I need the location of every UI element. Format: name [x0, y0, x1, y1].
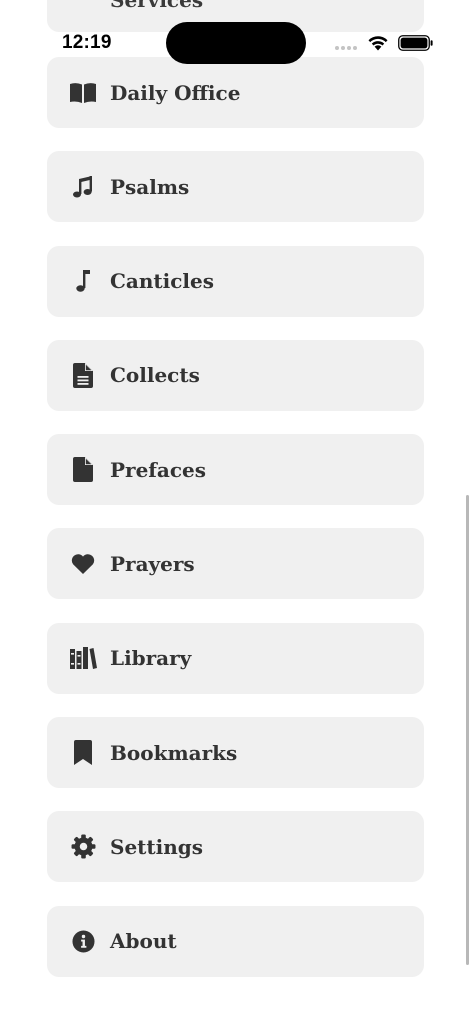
status-bar: 12:19	[0, 0, 472, 64]
cellular-signal-icon	[335, 46, 357, 50]
dynamic-island	[166, 22, 306, 64]
scrollbar-thumb[interactable]	[466, 495, 469, 965]
menu-item-label: Canticles	[110, 269, 215, 294]
main-menu: Daily Office Psalms Canticles Collects P…	[47, 57, 424, 1000]
menu-item-label: Psalms	[110, 174, 190, 199]
gear-icon	[69, 833, 97, 861]
menu-item-prayers[interactable]: Prayers	[47, 528, 424, 600]
menu-item-canticles[interactable]: Canticles	[47, 245, 424, 317]
wifi-icon	[367, 34, 389, 55]
book-open-icon	[69, 79, 97, 107]
menu-item-label: Daily Office	[110, 80, 241, 105]
heart-icon	[69, 550, 97, 578]
menu-item-label: Prefaces	[110, 457, 207, 482]
menu-item-prefaces[interactable]: Prefaces	[47, 434, 424, 506]
menu-item-label: Settings	[110, 834, 204, 859]
menu-item-settings[interactable]: Settings	[47, 811, 424, 883]
menu-item-bookmarks[interactable]: Bookmarks	[47, 717, 424, 789]
music-note-icon	[69, 267, 97, 295]
status-time: 12:19	[62, 32, 112, 53]
menu-item-label: About	[110, 929, 177, 954]
battery-icon	[398, 35, 434, 55]
bookmark-icon	[69, 739, 97, 767]
document-text-icon	[69, 361, 97, 389]
document-icon	[69, 456, 97, 484]
menu-item-label: Prayers	[110, 551, 195, 576]
menu-item-collects[interactable]: Collects	[47, 339, 424, 411]
menu-item-about[interactable]: About	[47, 905, 424, 977]
books-icon	[69, 644, 97, 672]
menu-item-daily-office[interactable]: Daily Office	[47, 57, 424, 128]
menu-item-label: Collects	[110, 363, 200, 388]
info-circle-icon	[69, 927, 97, 955]
menu-item-psalms[interactable]: Psalms	[47, 151, 424, 223]
music-notes-icon	[69, 173, 97, 201]
menu-item-label: Bookmarks	[110, 740, 238, 765]
menu-item-label: Library	[110, 646, 192, 671]
menu-item-library[interactable]: Library	[47, 622, 424, 694]
